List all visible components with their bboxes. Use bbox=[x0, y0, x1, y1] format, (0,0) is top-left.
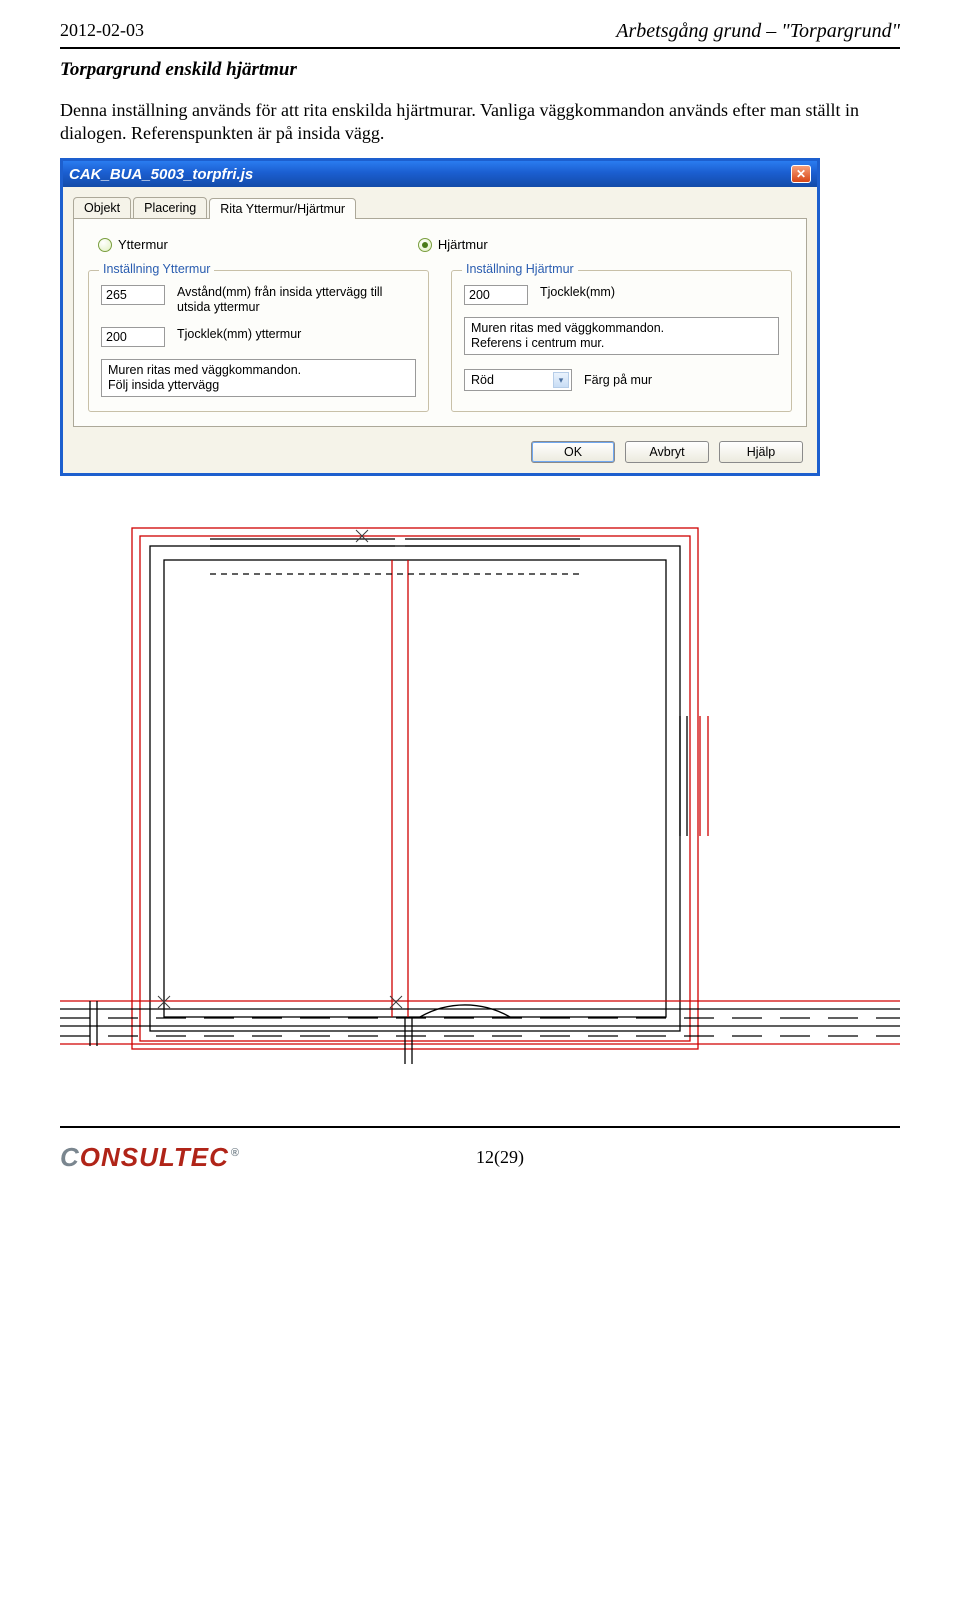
close-button[interactable]: ✕ bbox=[791, 165, 811, 183]
ok-button[interactable]: OK bbox=[531, 441, 615, 463]
tab-rita-yttermur-hjartmur[interactable]: Rita Yttermur/Hjärtmur bbox=[209, 198, 356, 219]
legend-yttermur: Inställning Yttermur bbox=[99, 262, 214, 276]
tab-objekt[interactable]: Objekt bbox=[73, 197, 131, 218]
select-farg[interactable]: Röd ▾ bbox=[464, 369, 572, 391]
page-date: 2012-02-03 bbox=[60, 20, 144, 43]
radio-yttermur[interactable]: Yttermur bbox=[98, 237, 168, 252]
chevron-down-icon: ▾ bbox=[553, 372, 569, 388]
legend-hjartmur: Inställning Hjärtmur bbox=[462, 262, 578, 276]
help-button[interactable]: Hjälp bbox=[719, 441, 803, 463]
input-tjocklek-yttermur[interactable] bbox=[101, 327, 165, 347]
section-heading: Torpargrund enskild hjärtmur bbox=[0, 59, 960, 81]
tab-panel: Yttermur Hjärtmur Inställning Yttermur A… bbox=[73, 218, 807, 427]
floorplan-drawing bbox=[60, 506, 900, 1086]
radio-hjartmur[interactable]: Hjärtmur bbox=[418, 237, 488, 252]
doc-title: Arbetsgång grund – "Torpargrund" bbox=[616, 20, 900, 43]
dialog-titlebar: CAK_BUA_5003_torpfri.js ✕ bbox=[63, 161, 817, 187]
radio-label-hjartmur: Hjärtmur bbox=[438, 237, 488, 252]
header-rule bbox=[60, 47, 900, 49]
note-yttermur: Muren ritas med väggkommandon. Följ insi… bbox=[101, 359, 416, 397]
radio-icon bbox=[98, 238, 112, 252]
tab-placering[interactable]: Placering bbox=[133, 197, 207, 218]
input-avstand-yttermur[interactable] bbox=[101, 285, 165, 305]
dialog-title: CAK_BUA_5003_torpfri.js bbox=[69, 166, 253, 183]
logo-consultec: CONSULTEC® bbox=[60, 1142, 240, 1173]
label-tjocklek-hjartmur: Tjocklek(mm) bbox=[540, 285, 615, 300]
tab-row: Objekt Placering Rita Yttermur/Hjärtmur bbox=[67, 191, 813, 218]
page-number: 12(29) bbox=[476, 1147, 524, 1168]
label-farg: Färg på mur bbox=[584, 373, 652, 388]
dialog-button-row: OK Avbryt Hjälp bbox=[67, 433, 813, 469]
dialog-window: CAK_BUA_5003_torpfri.js ✕ Objekt Placeri… bbox=[60, 158, 820, 476]
fieldset-hjartmur: Inställning Hjärtmur Tjocklek(mm) Muren … bbox=[451, 270, 792, 412]
cancel-button[interactable]: Avbryt bbox=[625, 441, 709, 463]
footer-rule bbox=[60, 1126, 900, 1128]
close-icon: ✕ bbox=[796, 167, 806, 181]
radio-icon-checked bbox=[418, 238, 432, 252]
select-farg-value: Röd bbox=[471, 373, 494, 387]
fieldset-yttermur: Inställning Yttermur Avstånd(mm) från in… bbox=[88, 270, 429, 412]
label-tjocklek-yttermur: Tjocklek(mm) yttermur bbox=[177, 327, 301, 342]
label-avstand-yttermur: Avstånd(mm) från insida yttervägg till u… bbox=[177, 285, 416, 315]
radio-label-yttermur: Yttermur bbox=[118, 237, 168, 252]
section-paragraph: Denna inställning används för att rita e… bbox=[0, 99, 960, 144]
input-tjocklek-hjartmur[interactable] bbox=[464, 285, 528, 305]
note-hjartmur: Muren ritas med väggkommandon. Referens … bbox=[464, 317, 779, 355]
